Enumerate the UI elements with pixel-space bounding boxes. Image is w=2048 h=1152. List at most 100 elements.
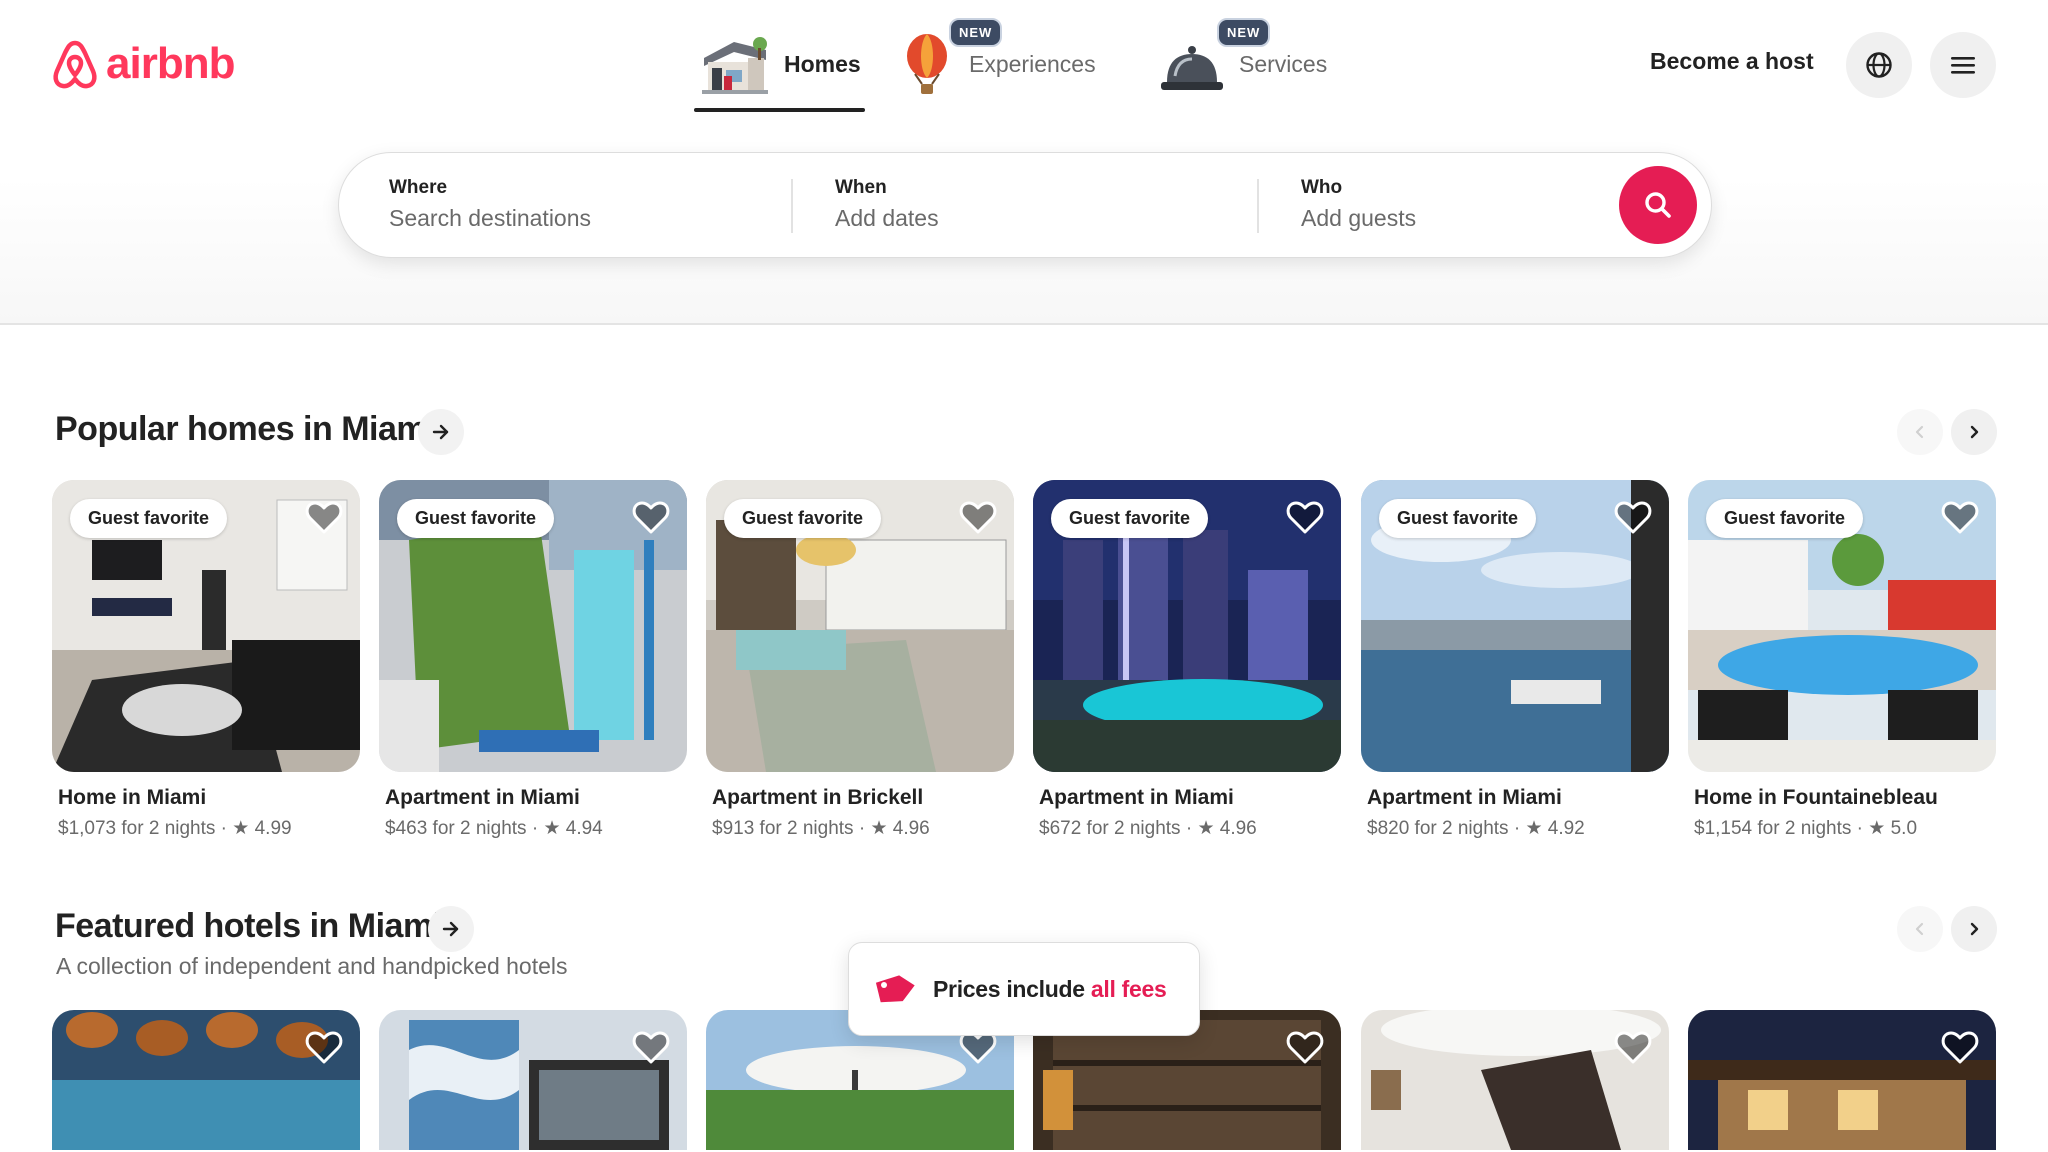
listing-price: $463 for 2 nights (385, 818, 527, 839)
featured-hotels-more-button[interactable] (428, 906, 474, 952)
listing-title: Home in Miami (58, 786, 207, 809)
listing-price-rating: $1,073 for 2 nights · ★ 4.99 (58, 818, 292, 839)
guest-favorite-badge: Guest favorite (70, 499, 228, 538)
heart-icon[interactable] (1285, 498, 1325, 538)
carousel-next-button[interactable] (1951, 906, 1997, 952)
listing-title: Apartment in Miami (1039, 786, 1234, 809)
star-icon: ★ (870, 818, 888, 839)
airbnb-logo[interactable]: airbnb (50, 36, 235, 92)
become-host-link[interactable]: Become a host (1650, 48, 1814, 75)
who-placeholder: Add guests (1301, 205, 1417, 231)
star-icon: ★ (543, 818, 561, 839)
tab-services-label: Services (1239, 50, 1328, 77)
hotel-card[interactable] (1688, 1010, 1996, 1150)
guest-favorite-badge: Guest favorite (397, 499, 555, 538)
where-placeholder: Search destinations (389, 205, 592, 231)
heart-icon[interactable] (1940, 498, 1980, 538)
listing-photo: Guest favorite (706, 480, 1014, 772)
featured-hotels-subtitle: A collection of independent and handpick… (56, 953, 568, 979)
price-tag-icon (875, 975, 915, 1003)
listing-title: Home in Fountainebleau (1694, 786, 1938, 809)
listing-title: Apartment in Miami (385, 786, 580, 809)
heart-icon[interactable] (1613, 1028, 1653, 1068)
star-icon: ★ (1197, 818, 1215, 839)
listing-photo: Guest favorite (1688, 480, 1996, 772)
listing-rating: 4.92 (1547, 818, 1585, 839)
star-icon: ★ (232, 818, 250, 839)
tab-services[interactable]: NEW Services (1159, 18, 1359, 100)
brand-name: airbnb (106, 39, 235, 88)
globe-icon (1866, 52, 1892, 78)
heart-icon[interactable] (304, 498, 344, 538)
top-header: airbnb Homes NEW Experiences NEW Service… (0, 0, 2048, 325)
listing-card[interactable]: Guest favorite Home in Miami $1,073 for … (52, 480, 360, 840)
listing-card[interactable]: Guest favorite Apartment in Miami $820 f… (1361, 480, 1669, 840)
where-label: Where (389, 177, 448, 198)
who-label: Who (1301, 177, 1343, 198)
listing-rating: 4.96 (892, 818, 930, 839)
airbnb-logo-icon (53, 40, 97, 89)
popular-homes-title: Popular homes in Miami (55, 410, 436, 448)
tab-experiences-label: Experiences (969, 50, 1096, 77)
carousel-next-button[interactable] (1951, 409, 1997, 455)
listing-card[interactable]: Guest favorite Apartment in Miami $672 f… (1033, 480, 1341, 840)
hamburger-menu-icon (1951, 57, 1975, 74)
listing-price-rating: $672 for 2 nights · ★ 4.96 (1039, 818, 1257, 839)
listing-title: Apartment in Brickell (712, 786, 924, 809)
heart-icon[interactable] (1940, 1028, 1980, 1068)
listing-rating: 5.0 (1890, 818, 1918, 839)
heart-icon[interactable] (958, 498, 998, 538)
featured-hotels-title: Featured hotels in Miami (55, 907, 442, 945)
hot-air-balloon-icon (907, 34, 947, 94)
hotel-card[interactable] (1361, 1010, 1669, 1150)
when-field[interactable]: When Add dates (835, 177, 1235, 232)
listing-price-rating: $463 for 2 nights · ★ 4.94 (385, 818, 603, 839)
guest-favorite-badge: Guest favorite (1051, 499, 1209, 538)
prices-include-fees-banner[interactable]: Prices include all fees (848, 942, 1200, 1036)
heart-icon[interactable] (631, 1028, 671, 1068)
heart-icon[interactable] (1613, 498, 1653, 538)
listing-price: $1,154 for 2 nights (1694, 818, 1852, 839)
carousel-prev-button[interactable] (1897, 409, 1943, 455)
service-bell-icon (1161, 46, 1223, 90)
new-badge: NEW (949, 18, 1003, 47)
popular-homes-more-button[interactable] (418, 409, 464, 455)
listing-card[interactable]: Guest favorite Apartment in Miami $463 f… (379, 480, 687, 840)
chevron-right-icon (1970, 425, 1979, 439)
listing-price: $1,073 for 2 nights (58, 818, 216, 839)
prices-include-prefix: Prices include (933, 975, 1091, 1002)
listing-photo: Guest favorite (52, 480, 360, 772)
listing-card[interactable]: Guest favorite Apartment in Brickell $91… (706, 480, 1014, 840)
search-divider (791, 179, 793, 233)
house-icon (702, 37, 768, 94)
new-badge: NEW (1217, 18, 1271, 47)
hotel-card[interactable] (379, 1010, 687, 1150)
category-tabs: Homes NEW Experiences NEW Services (690, 18, 1359, 112)
who-field[interactable]: Who Add guests (1301, 177, 1581, 232)
tab-homes[interactable]: Homes (690, 28, 865, 112)
listing-rating: 4.96 (1219, 818, 1257, 839)
listing-price: $820 for 2 nights (1367, 818, 1509, 839)
where-field[interactable]: Where Search destinations (389, 177, 789, 232)
language-button[interactable] (1846, 32, 1912, 98)
listing-price-rating: $1,154 for 2 nights · ★ 5.0 (1694, 818, 1918, 839)
listing-photo: Guest favorite (1361, 480, 1669, 772)
listing-title: Apartment in Miami (1367, 786, 1562, 809)
heart-icon[interactable] (1285, 1028, 1325, 1068)
carousel-prev-button[interactable] (1897, 906, 1943, 952)
search-button[interactable] (1619, 166, 1697, 244)
chevron-left-icon (1915, 425, 1924, 439)
hotel-card[interactable] (52, 1010, 360, 1150)
star-icon: ★ (1868, 818, 1886, 839)
guest-favorite-badge: Guest favorite (724, 499, 882, 538)
heart-icon[interactable] (631, 498, 671, 538)
listing-card[interactable]: Guest favorite Home in Fountainebleau $1… (1688, 480, 1996, 840)
listing-photo: Guest favorite (1033, 480, 1341, 772)
listing-rating: 4.94 (565, 818, 603, 839)
main-menu-button[interactable] (1930, 32, 1996, 98)
listing-photo: Guest favorite (379, 480, 687, 772)
heart-icon[interactable] (304, 1028, 344, 1068)
listing-price: $913 for 2 nights (712, 818, 854, 839)
tab-experiences[interactable]: NEW Experiences (899, 18, 1159, 100)
chevron-right-icon (1970, 922, 1979, 936)
